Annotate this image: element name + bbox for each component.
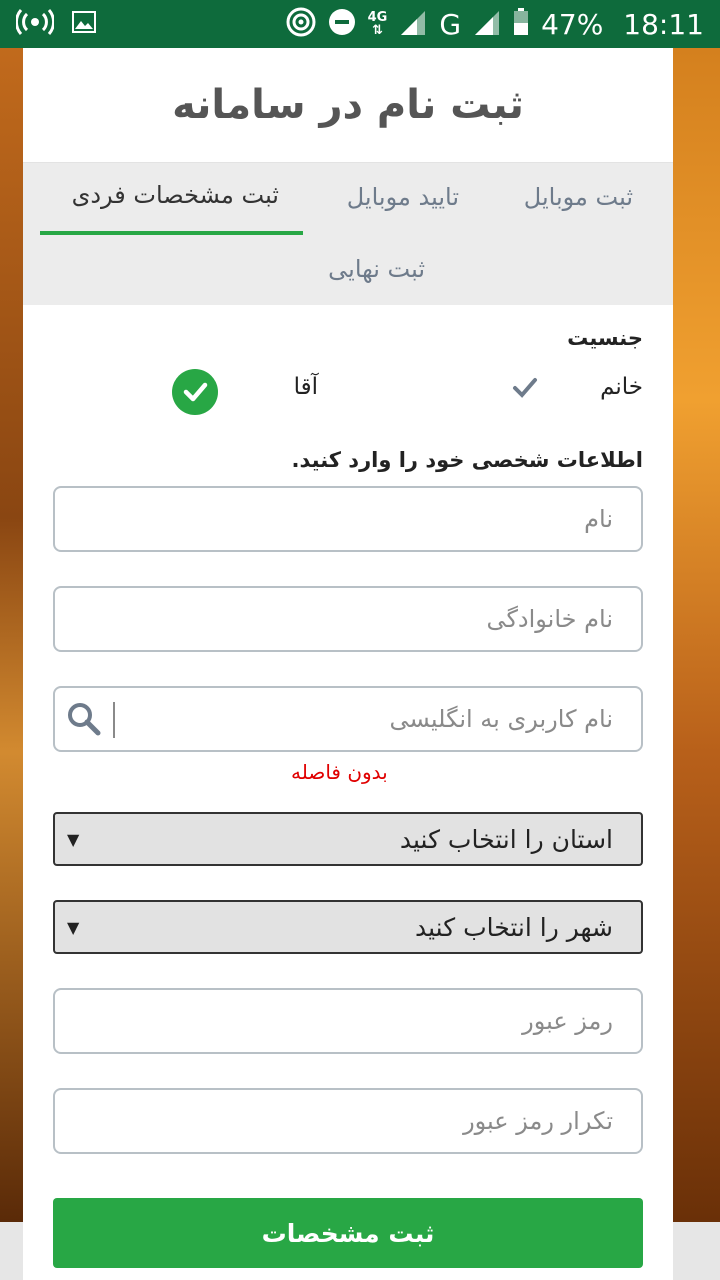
- active-tab-indicator: [40, 231, 303, 235]
- username-hint: بدون فاصله: [291, 760, 388, 784]
- dropdown-arrow-icon: ▼: [67, 829, 80, 849]
- gender-option-male-label[interactable]: آقا: [294, 374, 318, 400]
- password-field[interactable]: رمز عبور: [53, 988, 643, 1054]
- tab-personal-info[interactable]: ثبت مشخصات فردی: [72, 181, 279, 209]
- status-right: 4G ⇅ G 47% 18:11: [286, 7, 704, 41]
- search-divider: [113, 702, 115, 738]
- username-field[interactable]: نام کاربری به انگلیسی: [53, 686, 643, 752]
- nfc-icon: [286, 7, 316, 41]
- battery-icon: [513, 8, 529, 40]
- carrier-letter: G: [439, 7, 462, 41]
- tab-mobile-registration[interactable]: ثبت موبایل: [524, 183, 633, 211]
- dropdown-arrow-icon: ▼: [67, 917, 80, 937]
- first-name-placeholder: نام: [584, 505, 613, 533]
- battery-percent: 47%: [541, 7, 604, 41]
- search-icon[interactable]: [55, 688, 113, 750]
- network-type: 4G ⇅: [367, 10, 388, 38]
- status-left: [14, 9, 96, 39]
- registration-card: ثبت نام در سامانه ثبت موبایل تایید موبای…: [23, 48, 673, 1280]
- province-select[interactable]: استان را انتخاب کنید ▼: [53, 812, 643, 866]
- signal-icon-2: [473, 9, 501, 39]
- dnd-icon: [328, 8, 356, 40]
- password-repeat-field[interactable]: تکرار رمز عبور: [53, 1088, 643, 1154]
- image-icon: [72, 11, 96, 37]
- form-instruction: اطلاعات شخصی خود را وارد کنید.: [291, 448, 643, 472]
- tab-final-registration[interactable]: ثبت نهایی: [328, 255, 425, 283]
- first-name-field[interactable]: نام: [53, 486, 643, 552]
- status-bar: 4G ⇅ G 47% 18:11: [0, 0, 720, 48]
- province-select-value: استان را انتخاب کنید: [399, 824, 613, 854]
- signal-icon: [399, 9, 427, 39]
- tab-mobile-verification[interactable]: تایید موبایل: [347, 183, 459, 211]
- password-placeholder: رمز عبور: [522, 1007, 613, 1035]
- gender-male-selected-check-icon[interactable]: [172, 369, 218, 415]
- city-select-value: شهر را انتخاب کنید: [415, 912, 613, 942]
- last-name-placeholder: نام خانوادگی: [486, 605, 614, 633]
- last-name-field[interactable]: نام خانوادگی: [53, 586, 643, 652]
- page-title: ثبت نام در سامانه: [23, 48, 673, 163]
- gender-female-check-icon[interactable]: [512, 375, 538, 401]
- submit-button[interactable]: ثبت مشخصات: [53, 1198, 643, 1268]
- gender-option-female-label[interactable]: خانم: [600, 374, 643, 400]
- hotspot-icon: [14, 9, 56, 39]
- clock: 18:11: [623, 7, 704, 41]
- city-select[interactable]: شهر را انتخاب کنید ▼: [53, 900, 643, 954]
- background-right: [670, 48, 720, 1222]
- gender-label: جنسیت: [567, 326, 643, 350]
- password-repeat-placeholder: تکرار رمز عبور: [463, 1107, 613, 1135]
- username-placeholder: نام کاربری به انگلیسی: [389, 705, 613, 733]
